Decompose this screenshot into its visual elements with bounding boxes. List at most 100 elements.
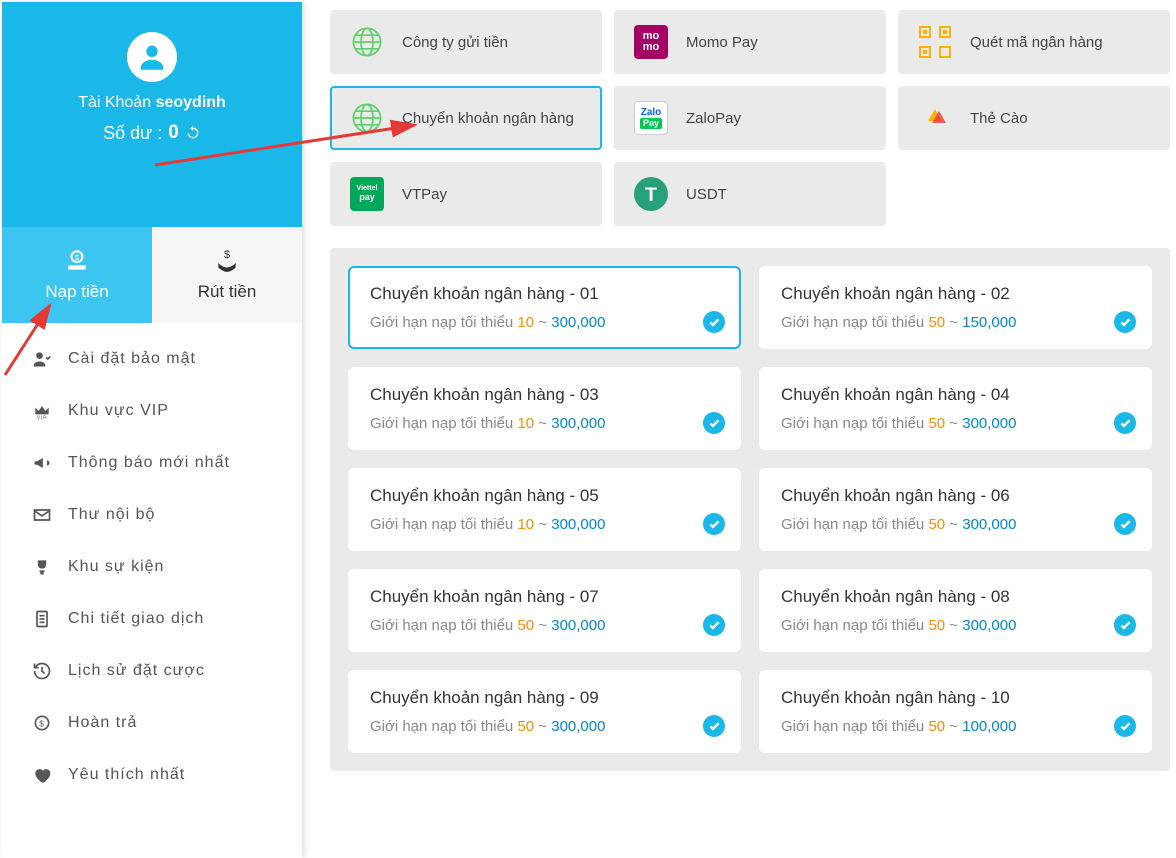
main-content: Công ty gửi tiền momo Momo Pay Quét mã ngân… bbox=[330, 10, 1170, 771]
menu-item-vip[interactable]: VIP Khu vực VIP bbox=[2, 385, 302, 437]
svg-text:$: $ bbox=[224, 249, 230, 261]
check-icon bbox=[1114, 311, 1136, 333]
payment-method-label: Chuyển khoản ngân hàng bbox=[402, 110, 574, 127]
bank-option-3[interactable]: Chuyển khoản ngân hàng - 03Giới hạn nạp … bbox=[348, 367, 741, 450]
momo-icon: momo bbox=[634, 25, 668, 59]
menu-item-label: Chi tiết giao dịch bbox=[68, 610, 204, 628]
bank-limit: Giới hạn nạp tối thiểu 50 ~ 150,000 bbox=[781, 314, 1130, 331]
payment-method-label: Quét mã ngân hàng bbox=[970, 34, 1103, 51]
menu-item-label: Thư nội bộ bbox=[68, 506, 155, 524]
bank-option-2[interactable]: Chuyển khoản ngân hàng - 02 Giới hạn nạp … bbox=[759, 266, 1152, 349]
menu-item-label: Khu vực VIP bbox=[68, 402, 169, 420]
payment-method-zalo[interactable]: ZaloPay ZaloPay bbox=[614, 86, 886, 150]
bank-option-9[interactable]: Chuyển khoản ngân hàng - 09 Giới hạn nạp … bbox=[348, 670, 741, 753]
history-icon bbox=[32, 661, 52, 681]
tab-deposit[interactable]: $ Nạp tiền bbox=[2, 227, 152, 323]
sidebar-menu: Cài đặt bảo mật VIP Khu vực VIP Thông báo m… bbox=[2, 323, 302, 811]
bank-limit: Giới hạn nạp tối thiểu 10 ~ 300,000 bbox=[370, 516, 719, 533]
bank-title: Chuyển khoản ngân hàng - 01 bbox=[370, 284, 719, 304]
menu-item-label: Lịch sử đặt cược bbox=[68, 662, 205, 680]
profile-box: Tài Khoản seoydinh Số dư : 0 bbox=[2, 2, 302, 227]
bank-option-4[interactable]: Chuyển khoản ngân hàng - 04 Giới hạn nạp … bbox=[759, 367, 1152, 450]
bank-title: Chuyển khoản ngân hàng - 10 bbox=[781, 688, 1130, 708]
bank-title: Chuyển khoản ngân hàng - 09 bbox=[370, 688, 719, 708]
menu-item-heart[interactable]: Yêu thích nhất bbox=[2, 749, 302, 801]
payment-method-card[interactable]: Thẻ Cào bbox=[898, 86, 1170, 150]
receipt-icon bbox=[32, 609, 52, 629]
bank-title: Chuyển khoản ngân hàng - 08 bbox=[781, 587, 1130, 607]
globe-icon bbox=[350, 25, 384, 59]
bank-title: Chuyển khoản ngân hàng - 06 bbox=[781, 486, 1130, 506]
menu-item-receipt[interactable]: Chi tiết giao dịch bbox=[2, 593, 302, 645]
announce-icon bbox=[32, 453, 52, 473]
bank-limit: Giới hạn nạp tối thiểu 10 ~ 300,000 bbox=[370, 314, 719, 331]
payment-method-usdt[interactable]: T USDT bbox=[614, 162, 886, 226]
bank-option-7[interactable]: Chuyển khoản ngân hàng - 07 Giới hạn nạp … bbox=[348, 569, 741, 652]
payment-method-label: ZaloPay bbox=[686, 110, 741, 127]
withdraw-icon: $ bbox=[214, 248, 240, 274]
svg-text:T: T bbox=[645, 184, 657, 206]
bank-limit: Giới hạn nạp tối thiểu 50 ~ 100,000 bbox=[781, 718, 1130, 735]
vtpay-icon: Viettelpay bbox=[350, 177, 384, 211]
bank-title: Chuyển khoản ngân hàng - 07 bbox=[370, 587, 719, 607]
tab-withdraw[interactable]: $ Rút tiền bbox=[152, 227, 302, 323]
menu-item-label: Cài đặt bảo mật bbox=[68, 350, 196, 368]
check-icon bbox=[703, 715, 725, 737]
wallet-tabs: $ Nạp tiền $ Rút tiền bbox=[2, 227, 302, 323]
bank-option-10[interactable]: Chuyển khoản ngân hàng - 10 Giới hạn nạp … bbox=[759, 670, 1152, 753]
svg-text:VIP: VIP bbox=[37, 415, 48, 421]
bank-option-5[interactable]: Chuyển khoản ngân hàng - 05 Giới hạn nạp … bbox=[348, 468, 741, 551]
security-icon bbox=[32, 349, 52, 369]
sidebar: Tài Khoản seoydinh Số dư : 0 $ Nạp tiền … bbox=[2, 2, 302, 858]
trophy-icon bbox=[32, 557, 52, 577]
user-icon bbox=[135, 40, 169, 74]
menu-item-history[interactable]: Lịch sử đặt cược bbox=[2, 645, 302, 697]
bank-options: Chuyển khoản ngân hàng - 01 Giới hạn nạp … bbox=[330, 248, 1170, 771]
refresh-icon[interactable] bbox=[185, 125, 201, 141]
check-icon bbox=[1114, 614, 1136, 636]
coin-icon: $ bbox=[32, 713, 52, 733]
menu-item-label: Khu sự kiện bbox=[68, 558, 164, 576]
usdt-icon: T bbox=[634, 177, 668, 211]
bank-option-8[interactable]: Chuyển khoản ngân hàng - 08Giới hạn nạp … bbox=[759, 569, 1152, 652]
payment-method-momo[interactable]: momo Momo Pay bbox=[614, 10, 886, 74]
payment-methods: Công ty gửi tiền momo Momo Pay Quét mã ngân… bbox=[330, 10, 1170, 226]
bank-title: Chuyển khoản ngân hàng - 02 bbox=[781, 284, 1130, 304]
check-icon bbox=[703, 412, 725, 434]
check-icon bbox=[1114, 715, 1136, 737]
account-name: Tài Khoản seoydinh bbox=[2, 94, 302, 112]
mail-icon bbox=[32, 505, 52, 525]
bank-limit: Giới hạn nạp tối thiểu 50 ~ 300,000 bbox=[370, 718, 719, 735]
menu-item-coin[interactable]: $ Hoàn trả bbox=[2, 697, 302, 749]
menu-item-label: Yêu thích nhất bbox=[68, 766, 185, 784]
svg-text:$: $ bbox=[39, 718, 44, 728]
payment-method-qr[interactable]: Quét mã ngân hàng bbox=[898, 10, 1170, 74]
payment-method-label: Công ty gửi tiền bbox=[402, 34, 508, 51]
bank-limit: Giới hạn nạp tối thiểu 50 ~ 300,000 bbox=[370, 617, 719, 634]
deposit-icon: $ bbox=[64, 248, 90, 274]
bank-title: Chuyển khoản ngân hàng - 05 bbox=[370, 486, 719, 506]
menu-item-trophy[interactable]: Khu sự kiện bbox=[2, 541, 302, 593]
payment-method-label: VTPay bbox=[402, 186, 447, 203]
check-icon bbox=[703, 311, 725, 333]
payment-method-label: USDT bbox=[686, 186, 727, 203]
menu-item-announce[interactable]: Thông báo mới nhất bbox=[2, 437, 302, 489]
payment-method-vtpay[interactable]: Viettelpay VTPay bbox=[330, 162, 602, 226]
bank-option-6[interactable]: Chuyển khoản ngân hàng - 06 Giới hạn nạp … bbox=[759, 468, 1152, 551]
bank-limit: Giới hạn nạp tối thiểu 50 ~ 300,000 bbox=[781, 415, 1130, 432]
heart-icon bbox=[32, 765, 52, 785]
payment-method-company[interactable]: Công ty gửi tiền bbox=[330, 10, 602, 74]
bank-title: Chuyển khoản ngân hàng - 04 bbox=[781, 385, 1130, 405]
zalo-icon: ZaloPay bbox=[634, 101, 668, 135]
payment-method-bank[interactable]: Chuyển khoản ngân hàng bbox=[330, 86, 602, 150]
bank-limit: Giới hạn nạp tối thiểu 10 ~ 300,000 bbox=[370, 415, 719, 432]
menu-item-label: Hoàn trả bbox=[68, 714, 137, 732]
check-icon bbox=[1114, 513, 1136, 535]
bank-limit: Giới hạn nạp tối thiểu 50 ~ 300,000 bbox=[781, 516, 1130, 533]
menu-item-security[interactable]: Cài đặt bảo mật bbox=[2, 333, 302, 385]
payment-method-label: Momo Pay bbox=[686, 34, 758, 51]
menu-item-mail[interactable]: Thư nội bộ bbox=[2, 489, 302, 541]
globe-icon bbox=[350, 101, 384, 135]
payment-method-label: Thẻ Cào bbox=[970, 110, 1028, 127]
bank-option-1[interactable]: Chuyển khoản ngân hàng - 01 Giới hạn nạp … bbox=[348, 266, 741, 349]
